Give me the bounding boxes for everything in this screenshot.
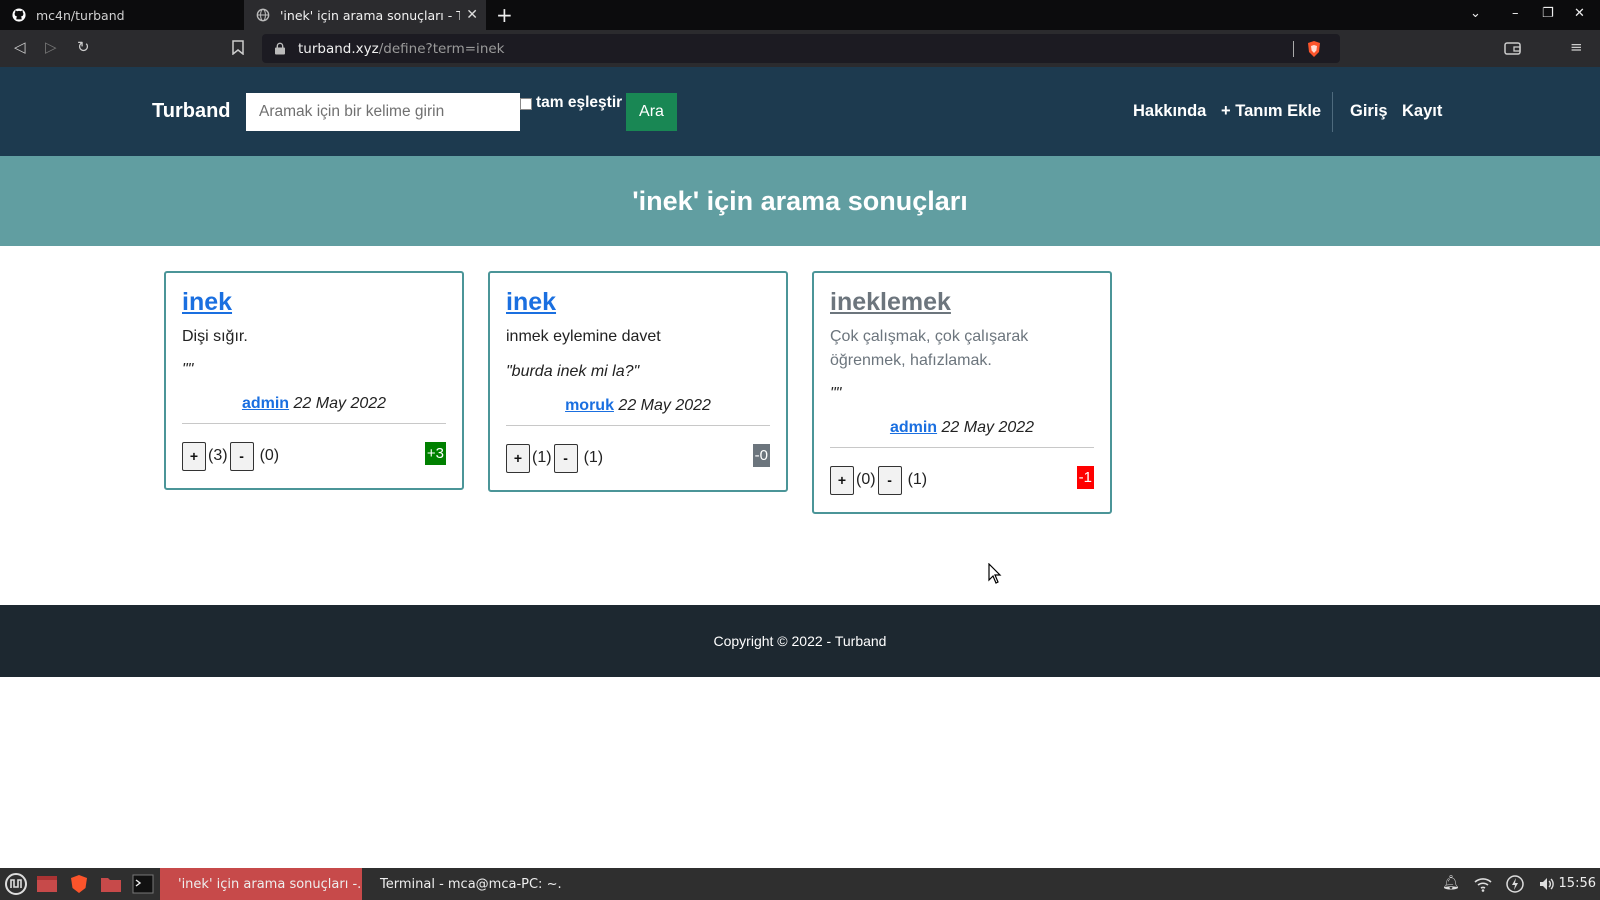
reload-icon[interactable]: ↻ <box>77 38 97 58</box>
terminal-icon[interactable] <box>132 874 154 894</box>
taskbar-item-label: Terminal - mca@mca-PC: ~... <box>380 876 562 892</box>
url-host: turband.xyz <box>298 40 379 57</box>
globe-icon <box>256 8 270 22</box>
upvote-button[interactable]: + <box>830 465 854 495</box>
mouse-cursor-icon <box>988 563 1002 584</box>
github-icon <box>12 8 26 22</box>
start-menu-icon[interactable] <box>4 872 28 896</box>
restore-icon[interactable]: ❐ <box>1542 6 1554 21</box>
definition-date: 22 May 2022 <box>293 395 387 412</box>
definition-word-link[interactable]: ineklemek <box>830 288 1094 317</box>
search-input[interactable] <box>246 93 520 131</box>
definition-text: inmek eylemine davet <box>506 328 661 345</box>
notification-bell-icon[interactable]: 🔔︎ <box>1442 875 1460 893</box>
author-link[interactable]: moruk <box>565 397 614 414</box>
definition-example: "burda inek mi la?" <box>506 363 640 380</box>
tab-list-chevron-icon[interactable]: ⌄ <box>1470 6 1481 21</box>
browser-toolbar: ◁ ▷ ↻ turband.xyz/define?term=inek ≡ <box>0 30 1600 67</box>
copyright-text: Copyright © 2022 - Turband <box>713 633 887 649</box>
upvote-button[interactable]: + <box>506 443 530 473</box>
exact-match-checkbox[interactable] <box>520 98 532 110</box>
author-link[interactable]: admin <box>890 419 937 436</box>
show-desktop-icon[interactable] <box>36 874 58 894</box>
wallet-icon[interactable] <box>1504 40 1521 56</box>
page-title: 'inek' için arama sonuçları <box>632 185 968 216</box>
site-brand[interactable]: Turband <box>152 100 231 123</box>
definition-word-link[interactable]: inek <box>506 288 770 317</box>
search-button[interactable]: Ara <box>626 93 677 131</box>
upvote-button[interactable]: + <box>182 441 206 471</box>
nav-about[interactable]: Hakkında <box>1133 102 1206 121</box>
score-badge: -0 <box>752 444 770 467</box>
definition-text: Çok çalışmak, çok çalışarak öğrenmek, ha… <box>830 328 1029 369</box>
author-link[interactable]: admin <box>242 395 289 412</box>
downvote-button[interactable]: - <box>229 441 254 471</box>
taskbar-item-terminal[interactable]: Terminal - mca@mca-PC: ~... <box>362 868 562 900</box>
clock: 15:56 <box>1558 876 1596 891</box>
forward-icon[interactable]: ▷ <box>45 38 65 58</box>
minimize-icon[interactable]: – <box>1512 6 1519 21</box>
definition-example: "" <box>182 361 194 378</box>
menu-icon[interactable]: ≡ <box>1570 38 1590 58</box>
back-icon[interactable]: ◁ <box>14 38 34 58</box>
definition-meta: moruk 22 May 2022 <box>506 397 770 415</box>
vote-bar: + (0) - (1) -1 <box>830 448 1094 512</box>
url-separator <box>1293 41 1294 57</box>
upvote-count: (0) <box>856 471 876 488</box>
results-banner: 'inek' için arama sonuçları <box>0 156 1600 246</box>
brave-shield-icon[interactable] <box>1306 40 1322 58</box>
tab-title: 'inek' için arama sonuçları - Tu <box>280 7 460 23</box>
taskbar-item-label: 'inek' için arama sonuçları -... <box>178 876 362 892</box>
nav-add-definition[interactable]: + Tanım Ekle <box>1221 102 1321 121</box>
upvote-count: (1) <box>532 449 552 466</box>
vote-bar: + (3) - (0) +3 <box>182 424 446 488</box>
downvote-count: (1) <box>583 449 604 466</box>
definition-meta: admin 22 May 2022 <box>830 419 1094 437</box>
volume-icon[interactable] <box>1538 875 1556 893</box>
tab-active[interactable]: 'inek' için arama sonuçları - Tu ✕ <box>244 0 486 30</box>
downvote-count: (0) <box>259 447 280 464</box>
bookmark-icon[interactable] <box>232 40 244 55</box>
definition-date: 22 May 2022 <box>941 419 1035 436</box>
downvote-count: (1) <box>907 471 928 488</box>
tab-title: mc4n/turband <box>36 7 125 23</box>
definition-card: ineklemek Çok çalışmak, çok çalışarak öğ… <box>812 271 1112 514</box>
browser-tab-bar: mc4n/turband 'inek' için arama sonuçları… <box>0 0 1600 30</box>
score-badge: +3 <box>424 442 446 465</box>
close-window-icon[interactable]: ✕ <box>1574 6 1585 21</box>
downvote-button[interactable]: - <box>877 465 902 495</box>
nav-register[interactable]: Kayıt <box>1402 102 1442 121</box>
new-tab-icon[interactable]: + <box>496 3 513 27</box>
definition-meta: admin 22 May 2022 <box>182 395 446 413</box>
power-icon[interactable] <box>1506 875 1524 893</box>
wifi-icon[interactable] <box>1474 875 1492 893</box>
definition-date: 22 May 2022 <box>618 397 711 414</box>
close-tab-icon[interactable]: ✕ <box>466 7 478 23</box>
taskbar-item-browser[interactable]: 'inek' için arama sonuçları -... <box>160 868 362 900</box>
url-path: /define?term=inek <box>378 40 505 57</box>
lock-icon <box>275 42 285 55</box>
brave-browser-icon[interactable] <box>68 874 90 894</box>
upvote-count: (3) <box>208 447 228 464</box>
definition-card: inek Dişi sığır. "" admin 22 May 2022 + … <box>164 271 464 490</box>
definition-text: Dişi sığır. <box>182 328 248 345</box>
site-header: Turband tam eşleştir Ara Hakkında + Tanı… <box>0 67 1600 156</box>
address-bar[interactable]: turband.xyz/define?term=inek <box>262 34 1340 63</box>
exact-match-label: tam eşleştir <box>536 94 623 111</box>
score-badge: -1 <box>1076 466 1094 489</box>
vote-bar: + (1) - (1) -0 <box>506 426 770 490</box>
os-taskbar: 'inek' için arama sonuçları -... Termina… <box>0 868 1600 900</box>
definition-example: "" <box>830 385 842 402</box>
tab-github[interactable]: mc4n/turband <box>0 0 244 30</box>
downvote-button[interactable]: - <box>553 443 578 473</box>
nav-login[interactable]: Giriş <box>1350 102 1388 121</box>
file-manager-icon[interactable] <box>100 874 122 894</box>
site-footer: Copyright © 2022 - Turband <box>0 605 1600 677</box>
definition-word-link[interactable]: inek <box>182 288 446 317</box>
definition-card: inek inmek eylemine davet "burda inek mi… <box>488 271 788 492</box>
nav-divider <box>1332 92 1333 132</box>
